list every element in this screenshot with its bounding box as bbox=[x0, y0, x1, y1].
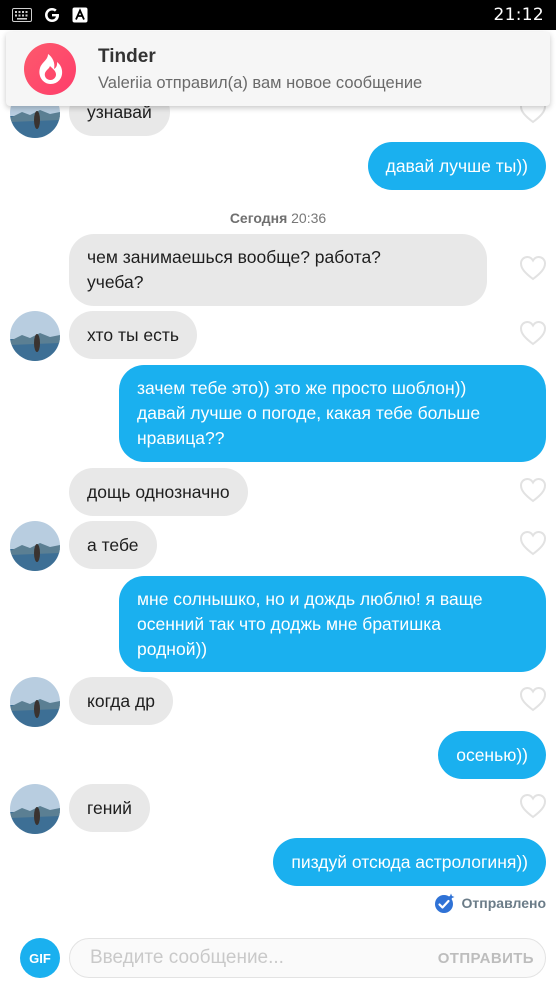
like-heart-icon[interactable] bbox=[519, 320, 547, 346]
notification-text: Valeriia отправил(а) вам новое сообщение bbox=[98, 73, 423, 92]
delivery-status: Отправлено bbox=[434, 892, 546, 914]
gif-button[interactable]: GIF bbox=[20, 938, 60, 978]
message-bubble-incoming[interactable]: гений bbox=[69, 784, 150, 832]
like-heart-icon[interactable] bbox=[519, 530, 547, 556]
date-separator: Сегодня 20:36 bbox=[229, 210, 327, 226]
like-heart-icon[interactable] bbox=[519, 477, 547, 503]
message-bubble-outgoing[interactable]: давай лучше ты)) bbox=[367, 142, 546, 190]
message-bubble-outgoing[interactable]: осенью)) bbox=[438, 731, 546, 779]
message-bubble-incoming[interactable]: когда др bbox=[69, 677, 173, 725]
message-composer: GIF Введите сообщение... ОТПРАВИТЬ bbox=[0, 930, 556, 988]
avatar[interactable] bbox=[10, 677, 60, 727]
like-heart-icon[interactable] bbox=[519, 686, 547, 712]
message-bubble-incoming[interactable]: а тебе bbox=[69, 521, 157, 569]
screen: узнавай давай лучше ты)) Сегодня 20:36 ч… bbox=[0, 0, 556, 988]
status-bar: 21:12 bbox=[0, 0, 556, 30]
message-input-placeholder: Введите сообщение... bbox=[90, 947, 284, 968]
keyboard-icon bbox=[12, 8, 32, 22]
message-bubble-incoming[interactable]: чем занимаешься вообще? работа? учеба? bbox=[69, 234, 487, 306]
message-bubble-outgoing[interactable]: зачем тебе это)) это же просто шоблон)) … bbox=[119, 365, 546, 462]
google-g-icon bbox=[42, 5, 62, 25]
message-bubble-incoming[interactable]: хто ты есть bbox=[69, 311, 198, 359]
status-time: 21:12 bbox=[493, 5, 544, 25]
avatar[interactable] bbox=[10, 311, 60, 361]
message-bubble-outgoing[interactable]: мне солнышко, но и дождь люблю! я ваще о… bbox=[119, 576, 546, 672]
message-bubble-outgoing[interactable]: пиздуй отсюда астрологиня)) bbox=[273, 838, 546, 886]
sent-check-icon bbox=[434, 893, 455, 913]
send-button[interactable]: ОТПРАВИТЬ bbox=[438, 938, 534, 978]
message-bubble-incoming[interactable]: дощь однозначно bbox=[69, 468, 248, 516]
a-box-icon bbox=[72, 7, 88, 23]
like-heart-icon[interactable] bbox=[519, 255, 547, 281]
avatar[interactable] bbox=[10, 784, 60, 834]
avatar[interactable] bbox=[10, 521, 60, 571]
tinder-notification[interactable]: Tinder Valeriia отправил(а) вам новое со… bbox=[6, 32, 550, 106]
like-heart-icon[interactable] bbox=[519, 793, 547, 819]
notification-app-name: Tinder bbox=[98, 45, 156, 67]
chat-thread[interactable]: узнавай давай лучше ты)) Сегодня 20:36 ч… bbox=[0, 0, 556, 930]
tinder-logo-icon bbox=[24, 43, 76, 95]
